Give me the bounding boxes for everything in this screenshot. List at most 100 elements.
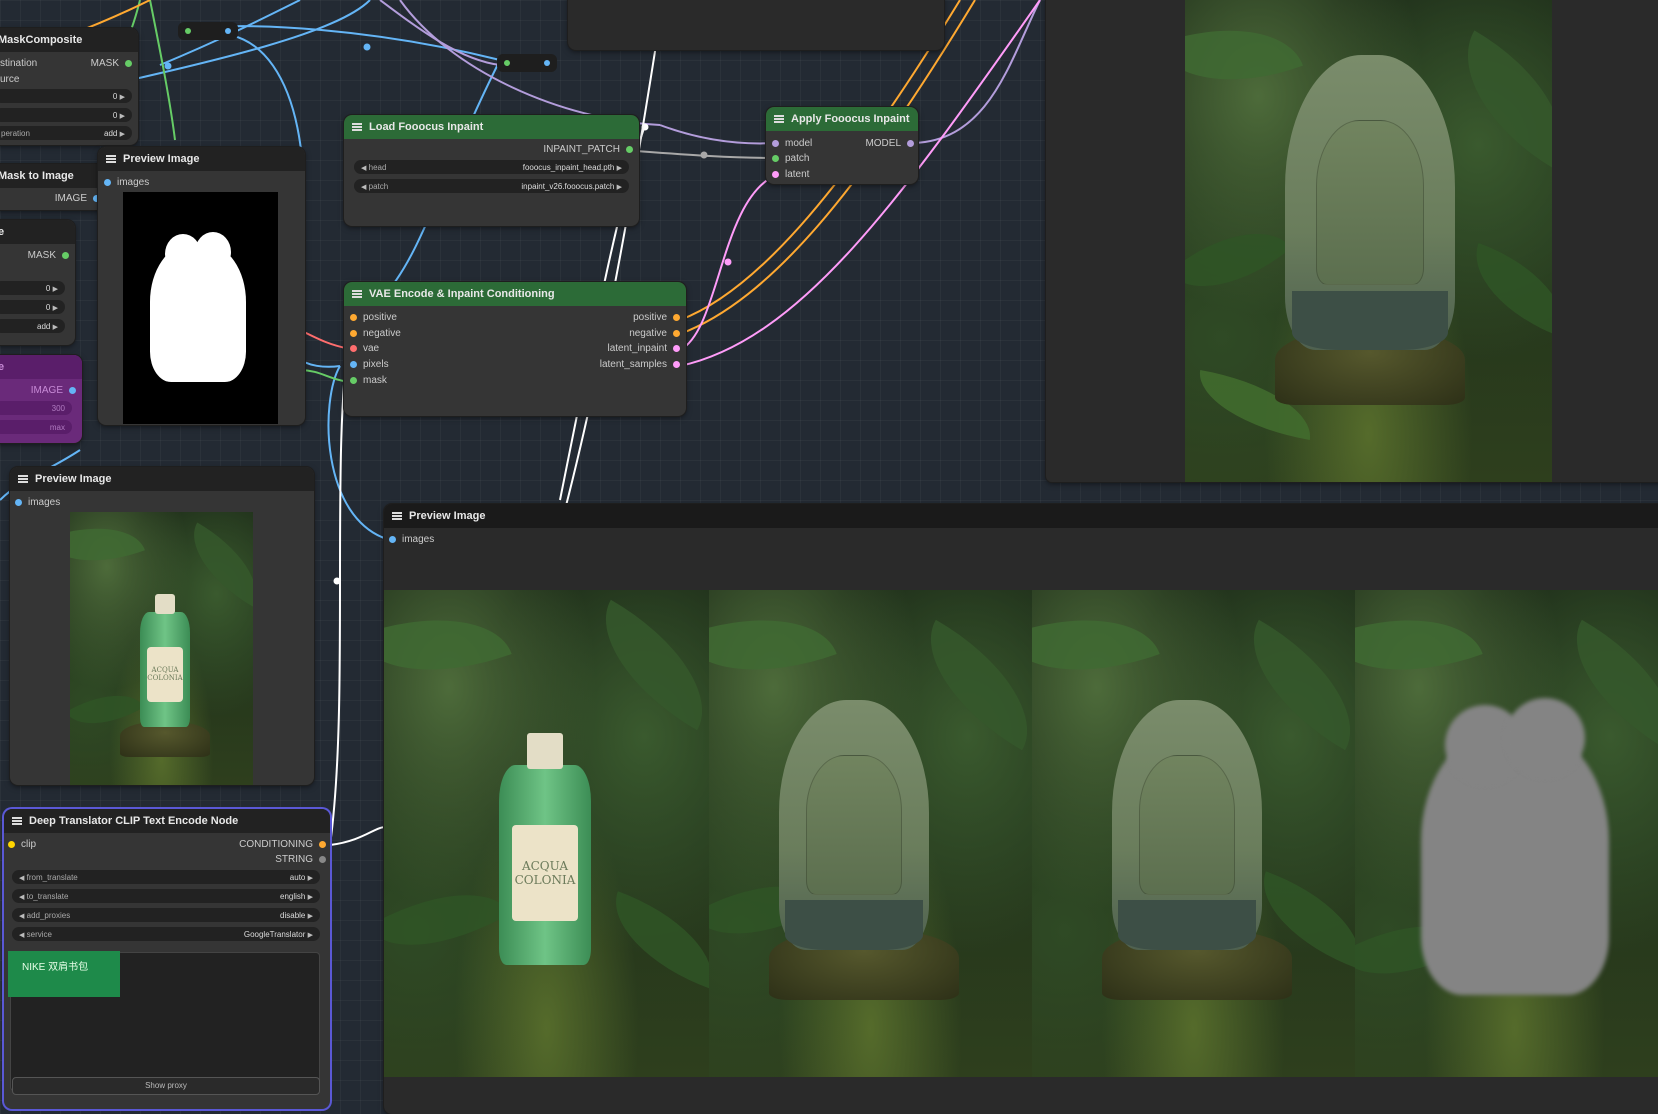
batch-image-result-1 (709, 590, 1032, 1077)
reroute-node[interactable] (178, 22, 238, 40)
port-label: CONDITIONING (239, 839, 313, 850)
arrow-right-icon: ▶ (52, 304, 58, 312)
input-port-images[interactable]: images (389, 534, 434, 545)
reroute-node[interactable] (497, 54, 557, 72)
leaf (1185, 0, 1304, 111)
widget-value: 0 (112, 91, 118, 101)
leaf (1458, 242, 1552, 338)
bypassed-node[interactable]: e IMAGE 300 max (0, 355, 82, 443)
node-title[interactable]: Apply Fooocus Inpaint (766, 107, 918, 131)
input-port-model[interactable]: model (772, 138, 812, 149)
widget-head[interactable]: ◀ head fooocus_inpaint_head.pth ▶ (354, 160, 629, 174)
node-title[interactable]: VAE Encode & Inpaint Conditioning (344, 282, 686, 306)
preview-image-source-node[interactable]: Preview Image images ACQUA COLONIA (10, 467, 314, 785)
node-title-text: Mask to Image (0, 170, 74, 182)
input-port-destination[interactable]: stination (0, 58, 37, 69)
input-port-latent[interactable]: latent (772, 169, 809, 180)
widget-size[interactable]: 300 (0, 401, 72, 415)
widget-x[interactable]: 0 ▶ (0, 89, 132, 103)
show-proxy-button[interactable]: Show proxy (12, 1077, 320, 1095)
input-port-negative[interactable]: negative (350, 328, 401, 339)
output-port-conditioning[interactable]: CONDITIONING (239, 839, 326, 850)
bottle: ACQUA COLONIA (140, 593, 190, 727)
load-fooocus-inpaint-node[interactable]: Load Fooocus Inpaint INPAINT_PATCH ◀ hea… (344, 115, 639, 226)
apply-fooocus-inpaint-node[interactable]: Apply Fooocus Inpaint model patch latent… (766, 107, 918, 184)
output-port-mask[interactable]: MASK (91, 58, 132, 69)
input-port-images[interactable]: images (104, 177, 149, 188)
output-port-model[interactable]: MODEL (865, 138, 914, 149)
output-port-negative[interactable]: negative (629, 328, 680, 339)
node-title-text: VAE Encode & Inpaint Conditioning (369, 288, 555, 300)
widget-value: disable (280, 910, 306, 920)
menu-icon[interactable] (12, 817, 22, 825)
menu-icon[interactable] (392, 512, 402, 520)
input-port-pixels[interactable]: pixels (350, 359, 389, 370)
node-title[interactable]: Preview Image (98, 147, 305, 171)
output-port-image[interactable]: IMAGE (55, 193, 100, 204)
widget-operation[interactable]: add ▶ (0, 319, 65, 333)
menu-icon[interactable] (106, 155, 116, 163)
backpack-pocket (1139, 755, 1235, 895)
output-port-positive[interactable]: positive (633, 312, 680, 323)
text-input-content[interactable]: NIKE 双肩书包 (8, 951, 120, 997)
widget-label: service (26, 929, 52, 939)
port-label: MODEL (865, 138, 901, 149)
output-port-inpaint-patch[interactable]: INPAINT_PATCH (543, 144, 633, 155)
deep-translator-node[interactable]: Deep Translator CLIP Text Encode Node cl… (4, 809, 330, 1109)
input-port-patch[interactable]: patch (772, 153, 809, 164)
node-title[interactable]: Load Fooocus Inpaint (344, 115, 639, 139)
node-title[interactable]: e (0, 355, 82, 379)
widget-service[interactable]: ◀ service GoogleTranslator ▶ (12, 927, 320, 941)
port-label: IMAGE (30, 385, 63, 396)
widget-mode[interactable]: max (0, 420, 72, 434)
node-title[interactable]: Preview Image (384, 504, 1658, 528)
input-port-source[interactable]: urce (0, 74, 19, 85)
batch-image-source: ACQUA COLONIA (384, 590, 709, 1077)
mask-node[interactable]: e MASK 0 ▶ 0 ▶ add ▶ (0, 220, 75, 345)
node-title[interactable]: e (0, 220, 75, 244)
widget-label: peration (1, 128, 30, 138)
batch-image-mask-overlay (1355, 590, 1658, 1077)
arrow-left-icon: ◀ (19, 931, 25, 939)
port-label: positive (363, 312, 397, 323)
top-cropped-node[interactable] (568, 0, 944, 50)
widget-to-translate[interactable]: ◀ to_translate english ▶ (12, 889, 320, 903)
leaf (1185, 201, 1292, 319)
input-port-clip[interactable]: clip (8, 839, 36, 850)
output-port-string[interactable]: STRING (275, 854, 326, 865)
vae-encode-inpaint-node[interactable]: VAE Encode & Inpaint Conditioning positi… (344, 282, 686, 416)
output-port-image[interactable]: IMAGE (31, 385, 76, 396)
preview-image-mask-node[interactable]: Preview Image images (98, 147, 305, 425)
menu-icon[interactable] (352, 290, 362, 298)
bottle-cap (526, 733, 564, 769)
input-port-vae[interactable]: vae (350, 343, 379, 354)
node-title[interactable]: MaskComposite (0, 28, 138, 52)
input-port-images[interactable]: images (15, 497, 60, 508)
widget-from-translate[interactable]: ◀ from_translate auto ▶ (12, 870, 320, 884)
menu-icon[interactable] (18, 475, 28, 483)
widget-y[interactable]: 0 ▶ (0, 108, 132, 122)
widget-operation[interactable]: peration add ▶ (0, 126, 132, 140)
mask-composite-node[interactable]: MaskComposite stination urce MASK 0 ▶ 0 … (0, 28, 138, 145)
widget-value: add (37, 321, 51, 331)
input-port-positive[interactable]: positive (350, 312, 397, 323)
widget-value: 0 (112, 110, 118, 120)
mask-to-image-node[interactable]: Mask to Image IMAGE (0, 164, 106, 210)
backpack-base (1291, 291, 1449, 350)
preview-image-batch-node[interactable]: Preview Image images ACQUA COLONIA (384, 504, 1658, 1114)
widget-y[interactable]: 0 ▶ (0, 300, 65, 314)
input-port-mask[interactable]: mask (350, 375, 387, 386)
node-title[interactable]: Deep Translator CLIP Text Encode Node (4, 809, 330, 833)
node-title[interactable]: Mask to Image (0, 164, 106, 188)
widget-value: auto (289, 872, 306, 882)
output-image-panel[interactable] (1046, 0, 1658, 482)
menu-icon[interactable] (774, 115, 784, 123)
output-port-mask[interactable]: MASK (28, 250, 69, 261)
output-port-latent-samples[interactable]: latent_samples (600, 359, 680, 370)
widget-x[interactable]: 0 ▶ (0, 281, 65, 295)
output-port-latent-inpaint[interactable]: latent_inpaint (608, 343, 680, 354)
widget-add-proxies[interactable]: ◀ add_proxies disable ▶ (12, 908, 320, 922)
menu-icon[interactable] (352, 123, 362, 131)
widget-patch[interactable]: ◀ patch inpaint_v26.fooocus.patch ▶ (354, 179, 629, 193)
node-title[interactable]: Preview Image (10, 467, 314, 491)
